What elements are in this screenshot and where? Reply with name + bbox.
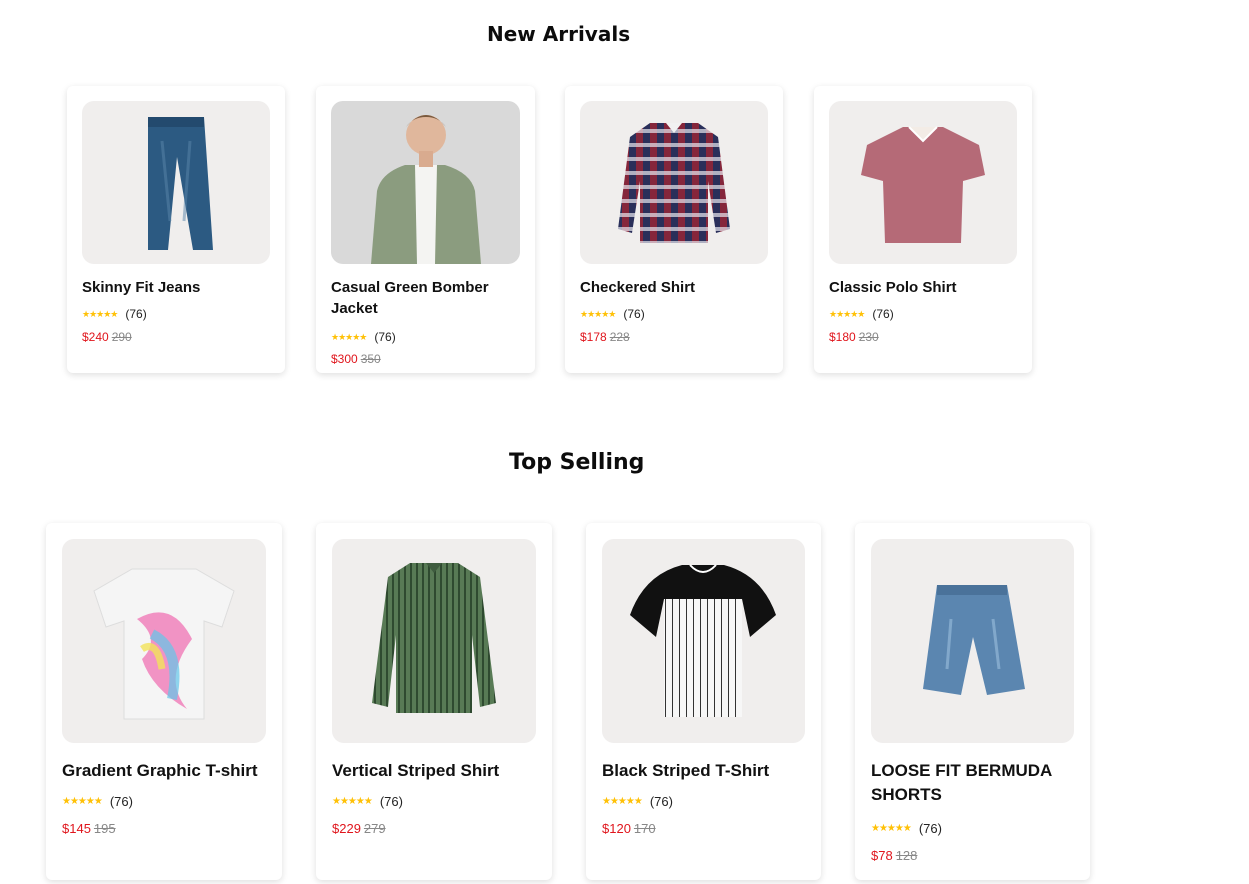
review-count: (76)	[918, 821, 942, 836]
product-name[interactable]: Vertical Striped Shirt	[332, 759, 532, 783]
product-price: $180 230	[829, 330, 879, 344]
product-card[interactable]: Black Striped T-Shirt ★★★★★ (76) $120 170	[586, 523, 821, 880]
polo-shirt-icon	[861, 126, 985, 243]
product-name[interactable]: LOOSE FIT BERMUDA SHORTS	[871, 759, 1071, 807]
product-price: $300 350	[331, 352, 381, 366]
product-card[interactable]: Classic Polo Shirt ★★★★★ (76) $180 230	[814, 86, 1032, 373]
original-price: 279	[363, 821, 386, 836]
product-image[interactable]	[82, 101, 270, 264]
product-image[interactable]	[580, 101, 768, 264]
original-price: 230	[858, 330, 879, 344]
original-price: 128	[895, 848, 918, 863]
product-card[interactable]: Gradient Graphic T-shirt ★★★★★ (76) $145…	[46, 523, 282, 880]
section-title-new-arrivals: New Arrivals	[487, 22, 631, 46]
review-count: (76)	[374, 330, 396, 344]
review-count: (76)	[872, 307, 894, 321]
rating-stars-icon: ★★★★★	[82, 308, 118, 319]
product-image[interactable]	[829, 101, 1017, 264]
current-price: $229	[332, 821, 361, 836]
product-price: $178 228	[580, 330, 630, 344]
product-price: $120 170	[602, 821, 656, 836]
product-card[interactable]: Checkered Shirt ★★★★★ (76) $178 228	[565, 86, 783, 373]
review-count: (76)	[649, 794, 673, 809]
striped-shirt-icon	[372, 563, 496, 713]
bomber-jacket-photo	[371, 115, 481, 264]
raglan-tshirt-icon	[630, 564, 776, 717]
rating-stars-icon: ★★★★★	[602, 796, 643, 807]
current-price: $178	[580, 330, 607, 344]
product-name[interactable]: Black Striped T-Shirt	[602, 759, 802, 783]
rating-stars-icon: ★★★★★	[62, 796, 103, 807]
rating-stars-icon: ★★★★★	[871, 823, 912, 834]
section-title-top-selling: Top Selling	[509, 450, 645, 475]
original-price: 228	[609, 330, 630, 344]
product-card[interactable]: Vertical Striped Shirt ★★★★★ (76) $229 27…	[316, 523, 552, 880]
product-price: $229 279	[332, 821, 386, 836]
review-count: (76)	[379, 794, 403, 809]
product-rating: ★★★★★ (76)	[580, 307, 645, 321]
product-name[interactable]: Casual Green Bomber Jacket	[331, 277, 501, 319]
product-image[interactable]	[871, 539, 1074, 743]
product-rating: ★★★★★ (76)	[82, 307, 147, 321]
product-card[interactable]: Skinny Fit Jeans ★★★★★ (76) $240 290	[67, 86, 285, 373]
product-card[interactable]: Casual Green Bomber Jacket ★★★★★ (76) $3…	[316, 86, 535, 373]
current-price: $300	[331, 352, 358, 366]
product-name[interactable]: Checkered Shirt	[580, 277, 750, 298]
product-price: $78 128	[871, 848, 917, 863]
rating-stars-icon: ★★★★★	[332, 796, 373, 807]
graphic-tshirt-icon	[93, 568, 235, 720]
rating-stars-icon: ★★★★★	[829, 308, 865, 319]
product-card[interactable]: LOOSE FIT BERMUDA SHORTS ★★★★★ (76) $78 1…	[855, 523, 1090, 880]
product-rating: ★★★★★ (76)	[331, 330, 396, 344]
current-price: $145	[62, 821, 91, 836]
original-price: 350	[360, 352, 381, 366]
review-count: (76)	[125, 307, 147, 321]
product-name[interactable]: Gradient Graphic T-shirt	[62, 759, 262, 783]
current-price: $240	[82, 330, 109, 344]
product-name[interactable]: Classic Polo Shirt	[829, 277, 999, 298]
product-image[interactable]	[62, 539, 266, 743]
product-rating: ★★★★★ (76)	[602, 794, 673, 809]
checkered-shirt-icon	[618, 123, 730, 243]
product-price: $240 290	[82, 330, 132, 344]
original-price: 195	[93, 821, 116, 836]
current-price: $78	[871, 848, 893, 863]
product-rating: ★★★★★ (76)	[871, 821, 942, 836]
review-count: (76)	[623, 307, 645, 321]
product-image[interactable]	[602, 539, 805, 743]
original-price: 170	[633, 821, 656, 836]
denim-shorts-icon	[923, 585, 1025, 695]
jeans-icon	[148, 117, 213, 250]
rating-stars-icon: ★★★★★	[580, 308, 616, 319]
product-image[interactable]	[331, 101, 520, 264]
current-price: $180	[829, 330, 856, 344]
review-count: (76)	[109, 794, 133, 809]
product-rating: ★★★★★ (76)	[62, 794, 133, 809]
product-image[interactable]	[332, 539, 536, 743]
product-rating: ★★★★★ (76)	[829, 307, 894, 321]
product-rating: ★★★★★ (76)	[332, 794, 403, 809]
rating-stars-icon: ★★★★★	[331, 331, 367, 342]
original-price: 290	[111, 330, 132, 344]
product-name[interactable]: Skinny Fit Jeans	[82, 277, 252, 298]
product-price: $145 195	[62, 821, 116, 836]
current-price: $120	[602, 821, 631, 836]
